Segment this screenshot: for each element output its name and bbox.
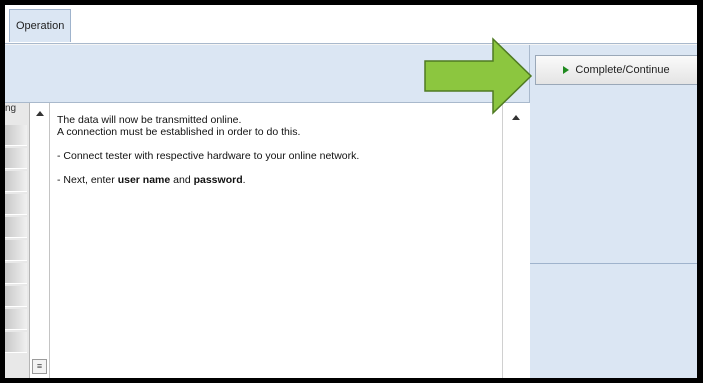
message-line: - Connect tester with respective hardwar… bbox=[57, 150, 360, 162]
complete-continue-label: Complete/Continue bbox=[575, 64, 670, 76]
message-line: The data will now be transmitted online. bbox=[57, 114, 242, 126]
message-text: - Next, enter bbox=[57, 174, 118, 186]
tab-operation[interactable]: Operation bbox=[9, 9, 72, 42]
chevron-up-icon[interactable] bbox=[512, 115, 520, 120]
list-item[interactable] bbox=[5, 171, 27, 192]
list-item[interactable] bbox=[5, 240, 27, 261]
panel-divider bbox=[530, 263, 697, 264]
list-item[interactable] bbox=[5, 286, 27, 307]
arrow-right-icon bbox=[424, 37, 533, 115]
tab-strip: Operation bbox=[5, 5, 697, 44]
message-bold-username: user name bbox=[117, 174, 171, 186]
right-panel bbox=[529, 45, 697, 378]
list-item[interactable] bbox=[5, 217, 27, 238]
message-scrollbar[interactable] bbox=[502, 103, 530, 378]
list-header: ng bbox=[5, 103, 17, 114]
message-panel: The data will now be transmitted online.… bbox=[50, 103, 502, 378]
chevron-up-icon[interactable] bbox=[36, 111, 44, 116]
list-item[interactable] bbox=[5, 309, 27, 330]
left-list[interactable]: ng bbox=[5, 103, 30, 378]
list-item[interactable] bbox=[5, 263, 27, 284]
menu-icon[interactable]: ≡ bbox=[32, 359, 47, 374]
complete-continue-button[interactable]: Complete/Continue bbox=[535, 55, 697, 85]
list-item[interactable] bbox=[5, 125, 27, 146]
message-line: - Next, enter user name and password. bbox=[57, 174, 497, 186]
list-item[interactable] bbox=[5, 148, 27, 169]
message-bold-password: password bbox=[193, 174, 243, 186]
message-text: and bbox=[170, 174, 194, 186]
play-icon bbox=[563, 66, 570, 74]
app-window: Operation ng ≡ The data will now be tran… bbox=[5, 5, 697, 378]
list-scrollbar[interactable]: ≡ bbox=[30, 103, 50, 378]
list-item[interactable] bbox=[5, 332, 27, 353]
list-item[interactable] bbox=[5, 194, 27, 215]
message-line: A connection must be established in orde… bbox=[57, 126, 301, 138]
message-text: . bbox=[242, 174, 246, 186]
